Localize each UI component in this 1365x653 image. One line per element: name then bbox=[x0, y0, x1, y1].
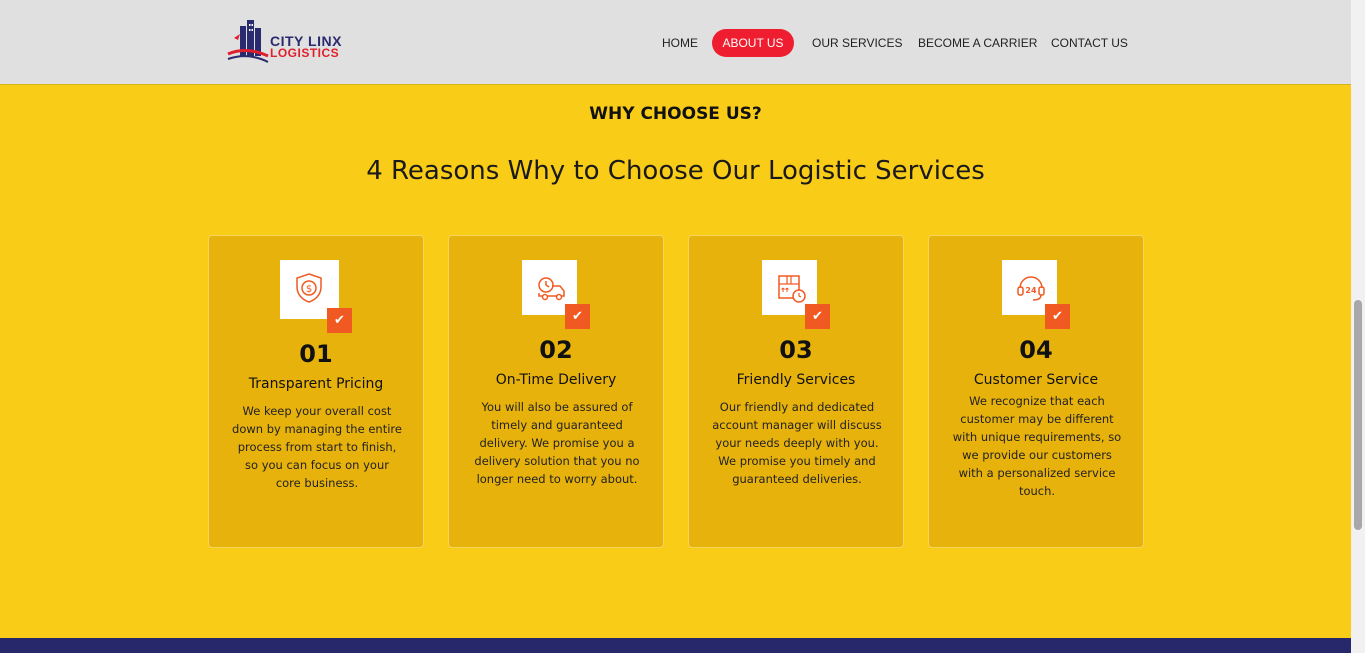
checkmark-icon: ✔ bbox=[1045, 304, 1070, 329]
nav-home[interactable]: HOME bbox=[662, 29, 698, 57]
reason-card: ✔ 02 On-Time Delivery You will also be a… bbox=[448, 235, 664, 548]
nav-become-carrier[interactable]: BECOME A CARRIER bbox=[918, 29, 1037, 57]
section-eyebrow: WHY CHOOSE US? bbox=[589, 104, 762, 124]
card-number: 02 bbox=[539, 336, 573, 364]
reason-card: 24 ✔ 04 Customer Service We recognize th… bbox=[928, 235, 1144, 548]
nav-about-us[interactable]: ABOUT US bbox=[712, 29, 794, 57]
checkmark-icon: ✔ bbox=[327, 308, 352, 333]
card-number: 03 bbox=[779, 336, 813, 364]
nav-our-services[interactable]: OUR SERVICES bbox=[812, 29, 902, 57]
svg-text:$: $ bbox=[306, 284, 312, 295]
site-header: CITY LINX LOGISTICS HOME ABOUT US OUR SE… bbox=[0, 0, 1351, 85]
brand-logo[interactable]: CITY LINX LOGISTICS bbox=[226, 16, 356, 64]
section-headline: 4 Reasons Why to Choose Our Logistic Ser… bbox=[366, 156, 985, 186]
card-description: Our friendly and dedicated account manag… bbox=[712, 400, 882, 486]
logo-buildings-icon bbox=[227, 20, 269, 63]
card-number: 01 bbox=[299, 340, 333, 368]
card-title: Transparent Pricing bbox=[248, 376, 384, 392]
svg-text:24: 24 bbox=[1025, 286, 1037, 295]
card-title: On-Time Delivery bbox=[495, 372, 617, 388]
reason-card: ✔ 03 Friendly Services Our friendly and … bbox=[688, 235, 904, 548]
nav-contact-us[interactable]: CONTACT US bbox=[1051, 29, 1128, 57]
card-title: Customer Service bbox=[973, 372, 1099, 388]
checkmark-icon: ✔ bbox=[565, 304, 590, 329]
card-description: We recognize that each customer may be d… bbox=[952, 394, 1122, 498]
card-number: 04 bbox=[1019, 336, 1053, 364]
card-description: We keep your overall cost down by managi… bbox=[232, 404, 402, 490]
checkmark-icon: ✔ bbox=[805, 304, 830, 329]
reason-card: $ ✔ 01 Transparent Pricing We keep your … bbox=[208, 235, 424, 548]
card-title: Friendly Services bbox=[736, 372, 856, 388]
card-description: You will also be assured of timely and g… bbox=[474, 400, 640, 486]
scrollbar-thumb[interactable] bbox=[1354, 300, 1362, 530]
logo-line2: LOGISTICS bbox=[270, 46, 340, 60]
footer-strip bbox=[0, 638, 1351, 653]
